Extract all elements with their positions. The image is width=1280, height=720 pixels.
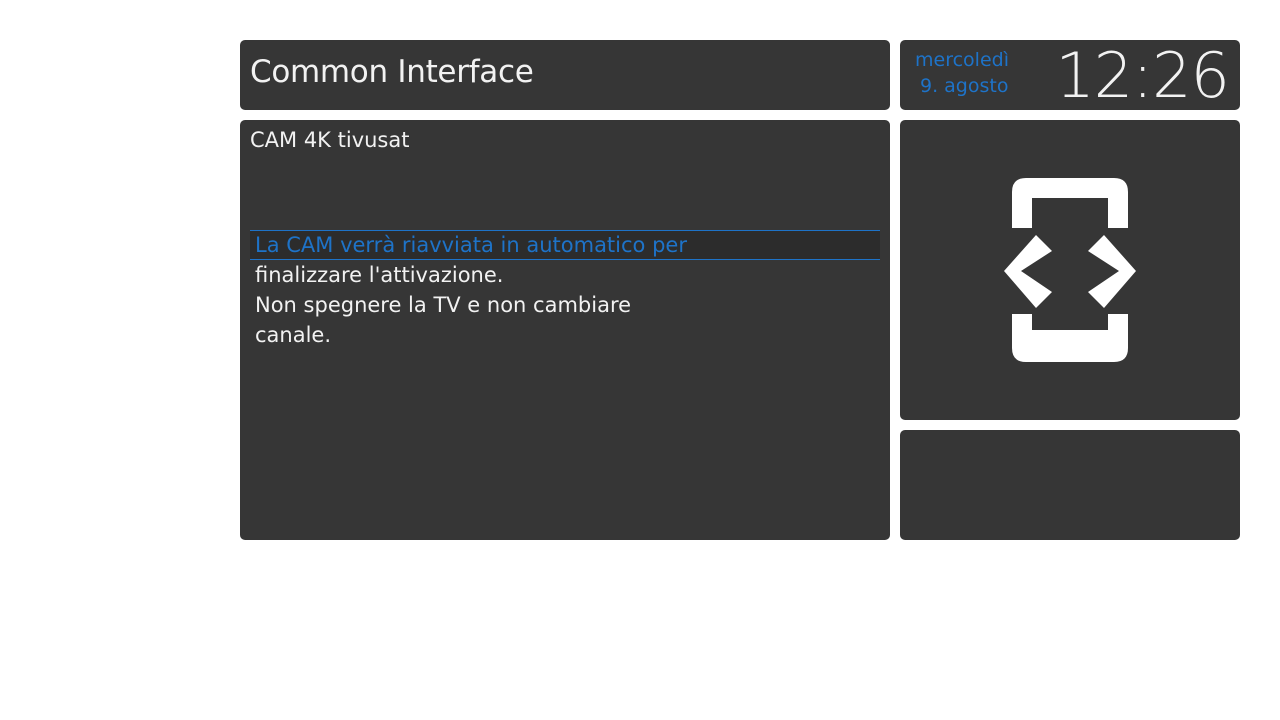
common-interface-icon	[1004, 178, 1136, 362]
clock-time: 12:26	[1055, 39, 1230, 112]
date-label: 9. agosto	[920, 75, 1009, 97]
message-line[interactable]: Non spegnere la TV e non cambiare	[250, 290, 880, 320]
cam-name: CAM 4K tivusat	[250, 128, 410, 152]
main-panel: CAM 4K tivusat La CAM verrà riavviata in…	[240, 120, 890, 540]
clock-panel: mercoledì 9. agosto 12:26	[900, 39, 1240, 112]
message-list: La CAM verrà riavviata in automatico per…	[250, 230, 880, 350]
title-panel: Common Interface	[240, 40, 890, 110]
message-line[interactable]: finalizzare l'attivazione.	[250, 260, 880, 290]
weekday-label: mercoledì	[915, 49, 1009, 71]
icon-panel	[900, 120, 1240, 420]
message-line[interactable]: canale.	[250, 320, 880, 350]
message-line-selected[interactable]: La CAM verrà riavviata in automatico per	[250, 230, 880, 260]
page-title: Common Interface	[250, 54, 534, 90]
info-panel	[900, 430, 1240, 540]
